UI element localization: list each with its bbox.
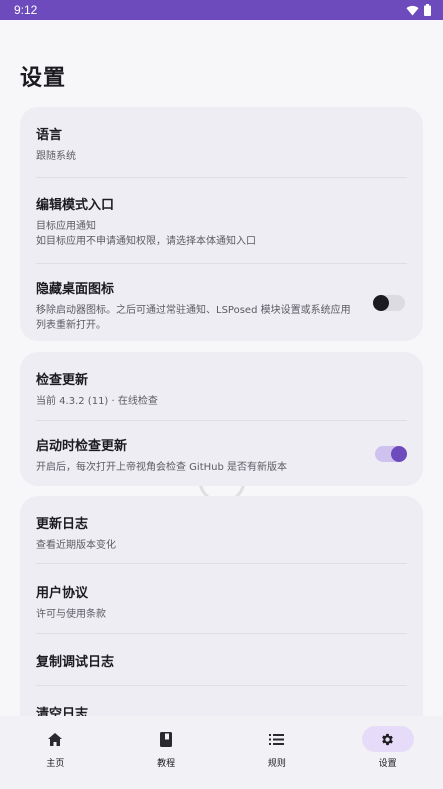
list-icon xyxy=(269,733,285,745)
edit-mode-sub2: 如目标应用不申请通知权限，请选择本体通知入口 xyxy=(36,236,256,247)
nav-item-home[interactable]: 主页 xyxy=(0,716,111,789)
edit-mode-setting[interactable]: 编辑模式入口 目标应用通知 如目标应用不申请通知权限，请选择本体通知入口 xyxy=(36,194,407,249)
status-bar: 9:12 xyxy=(0,0,443,20)
nav-pill xyxy=(251,726,303,752)
divider xyxy=(36,563,407,564)
divider xyxy=(36,685,407,686)
hide-icon-setting[interactable]: 隐藏桌面图标 移除启动器图标。之后可通过常驻通知、LSPosed 模块设置或系统… xyxy=(36,278,357,333)
nav-pill-active xyxy=(361,726,414,752)
nav-label-tutorial: 教程 xyxy=(157,759,176,769)
agreement-setting[interactable]: 用户协议 许可与使用条款 xyxy=(36,582,407,622)
nav-item-tutorial[interactable]: 教程 xyxy=(111,716,222,789)
changelog-description: 查看近期版本变化 xyxy=(36,540,116,551)
language-title: 语言 xyxy=(36,128,63,143)
book-icon xyxy=(160,731,173,747)
agreement-title: 用户协议 xyxy=(36,586,89,601)
battery-icon xyxy=(424,4,431,16)
copy-log-title: 复制调试日志 xyxy=(36,655,115,670)
status-icons xyxy=(406,4,431,16)
gear-icon xyxy=(382,733,393,745)
nav-pill xyxy=(29,726,81,752)
edit-mode-value: 目标应用通知 如目标应用不申请通知权限，请选择本体通知入口 xyxy=(36,219,407,249)
home-icon xyxy=(48,732,63,746)
check-on-start-toggle[interactable] xyxy=(375,446,407,462)
hide-icon-toggle[interactable] xyxy=(373,295,405,311)
nav-item-settings[interactable]: 设置 xyxy=(332,716,443,789)
copy-log-setting[interactable]: 复制调试日志 xyxy=(36,651,407,670)
divider xyxy=(36,420,407,421)
check-update-title: 检查更新 xyxy=(36,373,89,388)
changelog-title: 更新日志 xyxy=(36,517,89,532)
check-on-start-description: 开启后，每次打开上帝视角会检查 GitHub 是否有新版本 xyxy=(36,462,288,473)
nav-label-home: 主页 xyxy=(46,759,65,769)
settings-group-about: 更新日志 查看近期版本变化 用户协议 许可与使用条款 复制调试日志 清空日志 xyxy=(20,496,423,736)
status-time: 9:12 xyxy=(14,3,38,17)
check-update-setting[interactable]: 检查更新 当前 4.3.2 (11) · 在线检查 xyxy=(36,369,407,409)
hide-icon-description: 移除启动器图标。之后可通过常驻通知、LSPosed 模块设置或系统应用列表重新打… xyxy=(36,305,351,331)
bottom-navigation: 主页 教程 规则 设置 xyxy=(0,716,443,789)
nav-item-rules[interactable]: 规则 xyxy=(222,716,333,789)
language-value: 跟随系统 xyxy=(36,151,76,162)
toggle-knob xyxy=(391,446,407,462)
check-on-start-setting[interactable]: 启动时检查更新 开启后，每次打开上帝视角会检查 GitHub 是否有新版本 xyxy=(36,435,357,475)
divider xyxy=(36,633,407,634)
page-title: 设置 xyxy=(20,66,67,91)
changelog-setting[interactable]: 更新日志 查看近期版本变化 xyxy=(36,513,407,553)
toggle-knob xyxy=(373,295,389,311)
settings-group-general: 语言 跟随系统 编辑模式入口 目标应用通知 如目标应用不申请通知权限，请选择本体… xyxy=(20,107,423,341)
divider xyxy=(36,177,407,178)
nav-label-rules: 规则 xyxy=(267,759,286,769)
language-setting[interactable]: 语言 跟随系统 xyxy=(36,124,407,164)
check-update-version: 当前 4.3.2 (11) · 在线检查 xyxy=(36,396,158,407)
edit-mode-title: 编辑模式入口 xyxy=(36,198,115,213)
wifi-icon xyxy=(406,5,419,16)
divider xyxy=(36,263,407,264)
hide-icon-title: 隐藏桌面图标 xyxy=(36,282,115,297)
nav-label-settings: 设置 xyxy=(378,759,397,769)
check-on-start-title: 启动时检查更新 xyxy=(36,439,128,454)
agreement-description: 许可与使用条款 xyxy=(36,609,106,620)
edit-mode-sub1: 目标应用通知 xyxy=(36,221,96,232)
nav-pill xyxy=(140,726,192,752)
settings-group-update: 检查更新 当前 4.3.2 (11) · 在线检查 启动时检查更新 开启后，每次… xyxy=(20,352,423,486)
